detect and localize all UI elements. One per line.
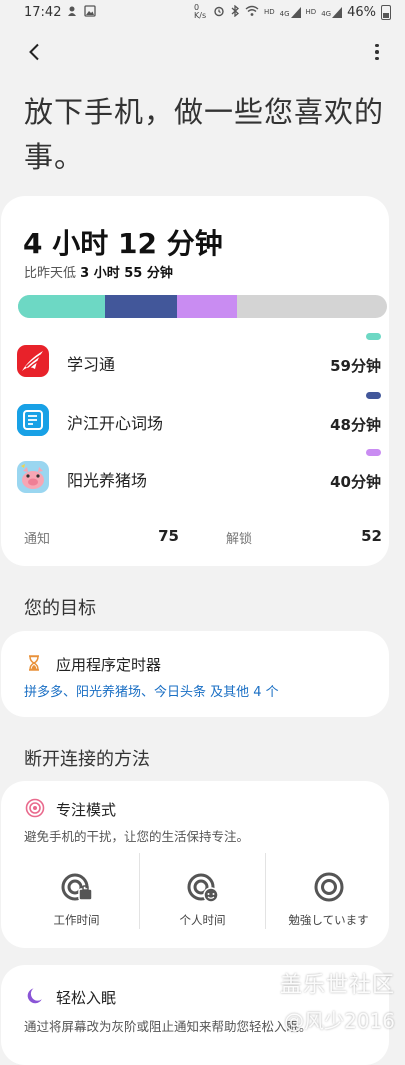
- more-options-button[interactable]: [367, 38, 387, 66]
- focus-target-icon: [25, 798, 45, 818]
- app-name: 沪江开心词场: [67, 414, 164, 433]
- app-row-hujiang[interactable]: 沪江开心词场 48分钟: [17, 392, 387, 440]
- work-time-icon: [61, 873, 93, 901]
- app-color-dot: [366, 449, 381, 456]
- bluetooth-icon: [230, 4, 240, 20]
- mode-label: 个人时间: [179, 913, 226, 927]
- usage-bar-segment: [105, 295, 178, 318]
- disconnect-section-title: 断开连接的方法: [24, 749, 150, 770]
- net-speed: 0 K/s: [194, 3, 207, 20]
- notification-app-icon: [66, 5, 78, 20]
- usage-bar: [18, 295, 387, 318]
- status-notification-icons: [66, 5, 96, 20]
- status-system-icons: 0 K/s HD 4G HD 4G 46%: [194, 4, 391, 20]
- app-bar: [0, 36, 405, 68]
- compare-yesterday: 比昨天低 3 小时 55 分钟: [24, 266, 173, 281]
- unlocks-value: 52: [361, 527, 382, 545]
- focus-mode-desc: 避免手机的干扰，让您的生活保持专注。: [24, 829, 250, 844]
- usage-bar-segment: [18, 295, 106, 318]
- app-timer-apps[interactable]: 拼多多、阳光养猪场、今日头条 及其他 4 个: [24, 681, 279, 700]
- goals-section-title: 您的目标: [24, 598, 96, 619]
- watermark-author: @风少2016: [284, 1009, 395, 1033]
- mode-work-time[interactable]: 工作时间: [14, 853, 139, 933]
- wind-down-desc: 通过将屏幕改为灰阶或阻止通知来帮助您轻松入眠。: [24, 1019, 312, 1034]
- more-dot: [375, 56, 379, 61]
- hd-label: HD: [305, 8, 317, 16]
- app-name: 学习通: [67, 355, 116, 374]
- battery-percent: 46%: [347, 4, 376, 20]
- watermark-community: 盖乐世社区: [279, 973, 395, 998]
- unlocks-label: 解锁: [226, 532, 253, 547]
- battery-icon: [381, 4, 391, 20]
- notifications-value: 75: [158, 527, 179, 545]
- app-color-dot: [366, 333, 381, 340]
- total-screen-time: 4 小时 12 分钟: [23, 227, 223, 260]
- app-timer-title: 应用程序定时器: [56, 656, 162, 674]
- mode-label: 勉強しています: [288, 913, 369, 927]
- notifications-stat: 通知 75: [24, 527, 179, 547]
- mode-label: 工作时间: [53, 913, 100, 927]
- app-row-pig-farm[interactable]: 阳光养猪场 40分钟: [17, 449, 387, 497]
- page-headline: 放下手机，做一些您喜欢的事。: [24, 95, 385, 174]
- signal-icon-2: 4G: [321, 6, 343, 18]
- study-icon: [314, 872, 343, 902]
- app-usage-time: 40分钟: [330, 473, 381, 491]
- hourglass-icon: [29, 655, 39, 671]
- hujiang-icon: [17, 404, 49, 436]
- app-row-xuexitong[interactable]: 学习通 59分钟: [17, 333, 387, 381]
- mode-personal-time[interactable]: 个人时间: [140, 853, 265, 933]
- alarm-icon: [213, 5, 225, 20]
- moon-icon: [27, 988, 42, 1004]
- more-dot: [375, 50, 379, 54]
- app-usage-time: 59分钟: [330, 357, 381, 375]
- signal-icon-1: 4G: [280, 6, 301, 18]
- image-icon: [84, 5, 96, 20]
- usage-bar-segment: [177, 295, 237, 318]
- app-color-dot: [366, 392, 381, 399]
- pig-farm-icon: [17, 461, 49, 493]
- xuexitong-icon: [17, 345, 49, 377]
- mode-study[interactable]: 勉強しています: [266, 853, 391, 933]
- notifications-label: 通知: [24, 532, 51, 547]
- wifi-icon: [245, 5, 259, 20]
- unlocks-stat: 解锁 52: [226, 527, 382, 547]
- status-time: 17:42: [24, 5, 62, 20]
- app-name: 阳光养猪场: [67, 471, 148, 490]
- back-arrow-icon: [29, 43, 39, 61]
- more-dot: [375, 43, 379, 48]
- back-button[interactable]: [20, 38, 48, 66]
- personal-time-icon: [187, 873, 219, 903]
- app-usage-time: 48分钟: [330, 416, 381, 434]
- focus-mode-title: 专注模式: [56, 801, 117, 819]
- status-bar: 17:42 0 K/s HD 4G HD 4G 46%: [0, 0, 405, 26]
- wind-down-title: 轻松入眠: [56, 989, 117, 1007]
- hd-label: HD: [264, 8, 275, 16]
